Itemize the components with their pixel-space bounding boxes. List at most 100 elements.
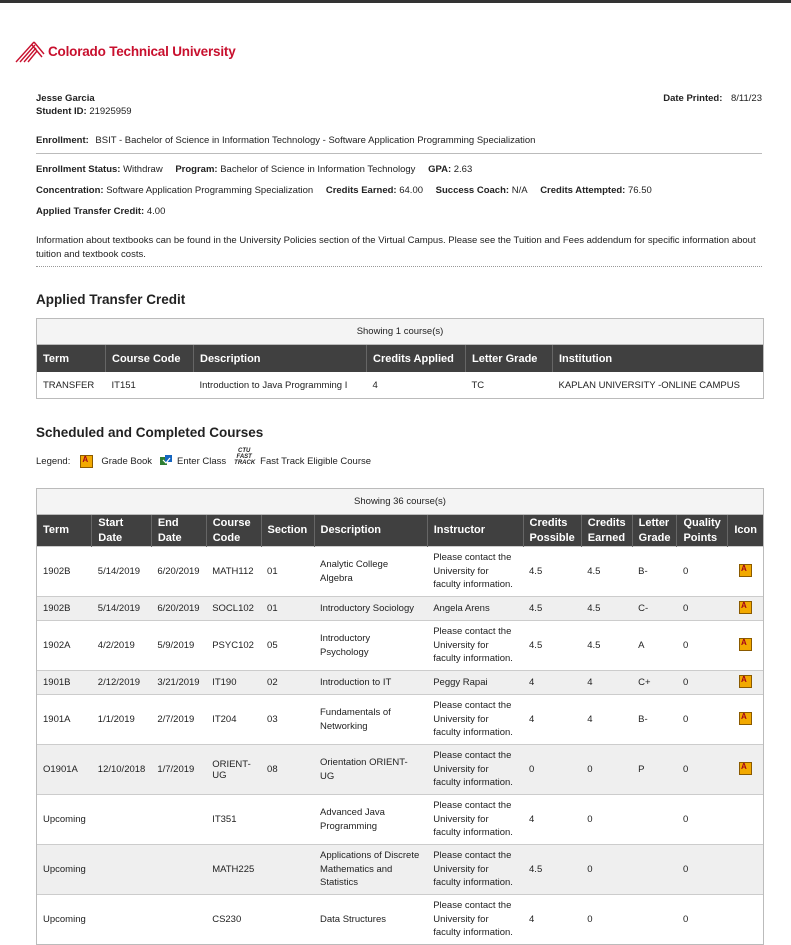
enrollment-status-value: Withdraw	[123, 164, 163, 175]
grade-book-icon[interactable]	[738, 711, 752, 725]
cell-institution: KAPLAN UNIVERSITY -ONLINE CAMPUS	[558, 379, 740, 391]
cell-section	[261, 894, 314, 944]
grade-book-icon[interactable]	[738, 761, 752, 775]
cell-credits-possible: 4	[523, 694, 582, 745]
table-row: Upcoming MATH225 Applications of Discrete …	[37, 844, 763, 895]
top-border	[0, 0, 791, 3]
cell-instructor: Please contact the University for facult…	[427, 546, 524, 597]
col-header-icon: Icon	[727, 515, 763, 547]
cell-icon	[727, 744, 763, 795]
cell-instructor: Please contact the University for facult…	[427, 894, 524, 944]
legend-fast-track: Fast Track Eligible Course	[260, 455, 372, 467]
cell-description: Applications of Discrete Mathematics and…	[314, 844, 428, 895]
cell-icon	[727, 794, 763, 845]
table-row: 1902A 4/2/2019 5/9/2019 PSYC102 05 Introducto…	[37, 620, 763, 671]
cell-start-date	[91, 794, 152, 845]
cell-quality-points: 0	[676, 546, 728, 597]
credits-earned-value: 64.00	[399, 185, 424, 196]
cell-quality-points: 0	[676, 670, 728, 695]
cell-term: Upcoming	[37, 844, 92, 895]
grade-book-icon[interactable]	[738, 600, 752, 614]
cell-quality-points: 0	[676, 596, 728, 621]
cell-credits-possible: 4	[523, 670, 582, 695]
cell-end-date	[151, 794, 207, 845]
col-header-code: Course Code	[206, 515, 262, 547]
enrollment-label: Enrollment:	[36, 135, 89, 146]
cell-instructor: Please contact the University for facult…	[427, 694, 524, 745]
cell-course-code: CS230	[206, 894, 262, 944]
cell-description: Advanced Java Programming	[314, 794, 428, 845]
credits-earned-label: Credits Earned:	[325, 185, 397, 196]
grade-book-icon	[80, 454, 94, 468]
cell-section: 05	[261, 620, 314, 671]
cell-term: 1901B	[37, 670, 92, 695]
cell-end-date	[151, 894, 207, 944]
date-printed-label: Date Printed:	[663, 93, 723, 104]
scheduled-section-title: Scheduled and Completed Courses	[36, 425, 264, 440]
cell-quality-points: 0	[676, 844, 728, 895]
col-header-letter-grade: Letter Grade	[632, 515, 678, 547]
col-header-term: Term	[37, 515, 93, 547]
cell-credits-earned: 0	[581, 894, 633, 944]
cell-instructor: Please contact the University for facult…	[427, 844, 524, 895]
cell-section: 01	[261, 546, 314, 597]
applied-transfer-value: 4.00	[146, 206, 166, 217]
date-printed: Date Printed: 8/11/23	[663, 93, 762, 104]
program-label: Program:	[175, 164, 218, 175]
cell-letter-grade: B-	[632, 694, 677, 745]
cell-description: Fundamentals of Networking	[314, 694, 428, 745]
enter-class-icon	[160, 455, 173, 467]
cell-end-date	[151, 844, 207, 895]
credits-attempted-label: Credits Attempted:	[540, 185, 626, 196]
cell-end-date: 5/9/2019	[151, 620, 207, 671]
col-header-credits-possible: Credits Possible	[523, 515, 582, 547]
table-row: Upcoming CS230 Data Structures Please conta…	[37, 894, 763, 944]
cell-course-code: IT351	[206, 794, 262, 845]
cell-quality-points: 0	[676, 894, 728, 944]
table-row: O1901A 12/10/2018 1/7/2019 ORIENT-UG 08 Orien…	[37, 744, 763, 795]
cell-start-date	[91, 844, 152, 895]
cell-section: 03	[261, 694, 314, 745]
transfer-table-grid: Term Course Code Description Credits App…	[37, 345, 763, 398]
cell-credits-earned: 4.5	[581, 596, 633, 621]
col-header: Letter Grade	[465, 345, 553, 372]
grade-book-icon[interactable]	[738, 674, 752, 688]
cell-credits-earned: 4	[581, 670, 633, 695]
cell-description: Orientation ORIENT-UG	[314, 744, 428, 795]
program-value: Bachelor of Science in Information Techn…	[220, 164, 416, 175]
legend: Legend: Grade Book Enter Class CTU FAST …	[36, 448, 375, 470]
col-header-credits-earned: Credits Earned	[581, 515, 633, 547]
success-coach-label: Success Coach:	[435, 185, 510, 196]
transfer-showing-count: Showing 1 course(s)	[37, 319, 763, 345]
table-row: Upcoming IT351 Advanced Java Programming Pl…	[37, 794, 763, 845]
cell-course-code: IT190	[206, 670, 262, 695]
status-line-1: Enrollment Status: Withdraw Program: Bac…	[36, 164, 472, 175]
cell-letter-grade: A	[632, 620, 677, 671]
table-row: TRANSFER IT151 Introduction to Java Prog…	[37, 372, 763, 398]
grade-book-icon[interactable]	[738, 637, 752, 651]
status-line-3: Applied Transfer Credit: 4.00	[36, 206, 165, 217]
cell-start-date: 1/1/2019	[91, 694, 152, 745]
col-header: Credits Applied	[366, 345, 466, 372]
cell-letter-grade: C+	[632, 670, 677, 695]
cell-letter-grade	[632, 844, 677, 895]
cell-credits-possible: 0	[523, 744, 582, 795]
cell-credits-applied: 4	[372, 379, 378, 391]
cell-instructor: Please contact the University for facult…	[427, 620, 524, 671]
cell-credits-possible: 4.5	[523, 620, 582, 671]
cell-start-date: 5/14/2019	[91, 596, 152, 621]
fast-track-icon: CTU FAST TRACK	[234, 448, 256, 466]
cell-term: Upcoming	[37, 894, 92, 944]
cell-start-date	[91, 894, 152, 944]
grade-book-icon[interactable]	[738, 563, 752, 577]
cell-description: Analytic College Algebra	[314, 546, 428, 597]
cell-course-code: MATH112	[206, 546, 262, 597]
transfer-table: Showing 1 course(s) Term Course Code Des…	[36, 318, 764, 399]
cell-instructor: Peggy Rapai	[427, 670, 524, 695]
cell-letter-grade: TC	[471, 379, 485, 391]
concentration-label: Concentration:	[36, 185, 104, 196]
enrollment-value: BSIT - Bachelor of Science in Informatio…	[95, 135, 536, 146]
cell-icon	[727, 694, 763, 745]
cell-start-date: 5/14/2019	[91, 546, 152, 597]
cell-icon	[727, 670, 763, 695]
